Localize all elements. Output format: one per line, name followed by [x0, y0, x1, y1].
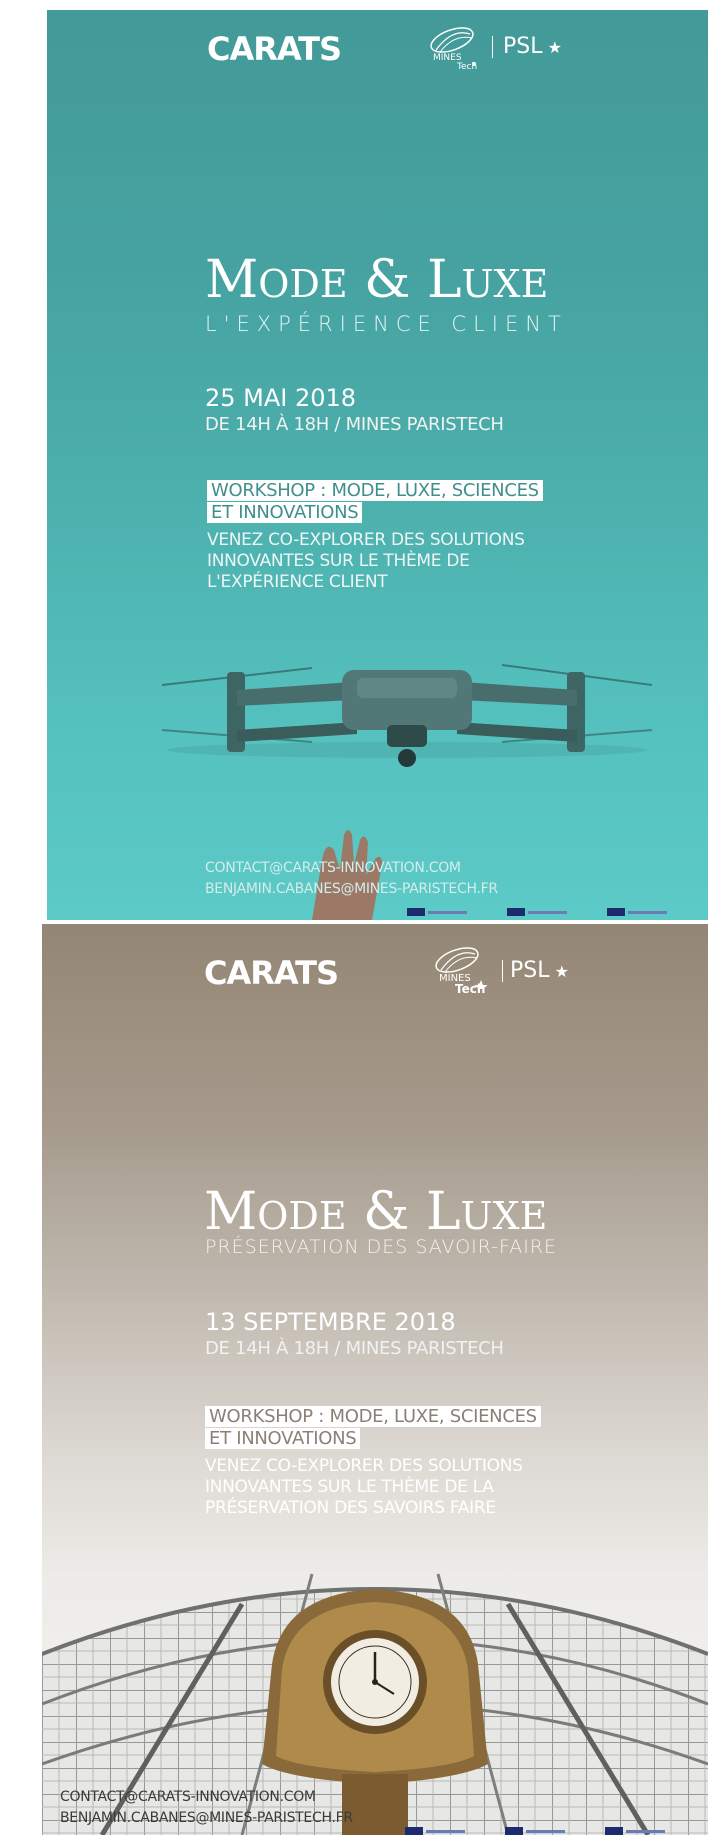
psl-logo: PSL ★	[503, 34, 562, 59]
mines-logo-tech: Tech	[457, 62, 478, 72]
psl-star-icon: ★	[549, 962, 569, 981]
poster-title: MODE & LUXE	[205, 250, 549, 310]
workshop-heading: WORKSHOP : MODE, LUXE, SCIENCES ET INNOV…	[205, 1406, 541, 1450]
event-time-location: DE 14H À 18H / MINES PARISTECH	[205, 1338, 504, 1359]
drone-photo	[161, 664, 653, 767]
event-date: 25 MAI 2018	[205, 384, 357, 412]
poster-title: MODE & LUXE	[204, 1182, 548, 1242]
logo-separator	[492, 36, 493, 58]
institut-logo-2	[505, 1826, 565, 1835]
event-time-location: DE 14H À 18H / MINES PARISTECH	[205, 414, 504, 435]
institut-logo-3	[607, 907, 667, 917]
contact-info: CONTACT@CARATS-INNOVATION.COM BENJAMIN.C…	[60, 1787, 353, 1829]
partner-logos	[407, 907, 667, 917]
workshop-heading: WORKSHOP : MODE, LUXE, SCIENCES ET INNOV…	[207, 480, 543, 524]
contact-info: CONTACT@CARATS-INNOVATION.COM BENJAMIN.C…	[205, 858, 498, 900]
contact-email: CONTACT@CARATS-INNOVATION.COM	[60, 1789, 316, 1805]
event-date: 13 SEPTEMBRE 2018	[205, 1308, 456, 1336]
institut-logo-2	[507, 907, 567, 917]
institut-logo-1	[405, 1826, 465, 1835]
poster-subtitle: PRÉSERVATION DES SAVOIR-FAIRE	[205, 1236, 558, 1258]
institut-logo-1	[407, 907, 467, 917]
mines-logo-tech: Tech	[455, 982, 486, 996]
psl-logo: PSL ★	[510, 958, 569, 983]
carats-logo: CARATS	[204, 954, 339, 992]
workshop-description: VENEZ CO-EXPLORER DES SOLUTIONS INNOVANT…	[207, 530, 525, 592]
carats-logo: CARATS	[207, 30, 342, 68]
contact-person-email: BENJAMIN.CABANES@MINES-PARISTECH.FR	[60, 1810, 353, 1826]
institut-logo-3	[605, 1826, 665, 1835]
poster-mode-luxe-preservation: CARATS MINES Tech PSL ★ MODE & LUXE PRÉS…	[42, 924, 708, 1835]
workshop-description: VENEZ CO-EXPLORER DES SOLUTIONS INNOVANT…	[205, 1456, 523, 1518]
poster-mode-luxe-experience-client: CARATS MINES Tech PSL ★ MODE & LUXE L'EX…	[47, 10, 708, 920]
poster-subtitle: L'EXPÉRIENCE CLIENT	[205, 312, 568, 336]
psl-star-icon: ★	[542, 38, 562, 57]
partner-logos	[405, 1826, 665, 1835]
logo-separator	[502, 960, 503, 982]
contact-person-email: BENJAMIN.CABANES@MINES-PARISTECH.FR	[205, 881, 498, 897]
contact-email: CONTACT@CARATS-INNOVATION.COM	[205, 860, 461, 876]
